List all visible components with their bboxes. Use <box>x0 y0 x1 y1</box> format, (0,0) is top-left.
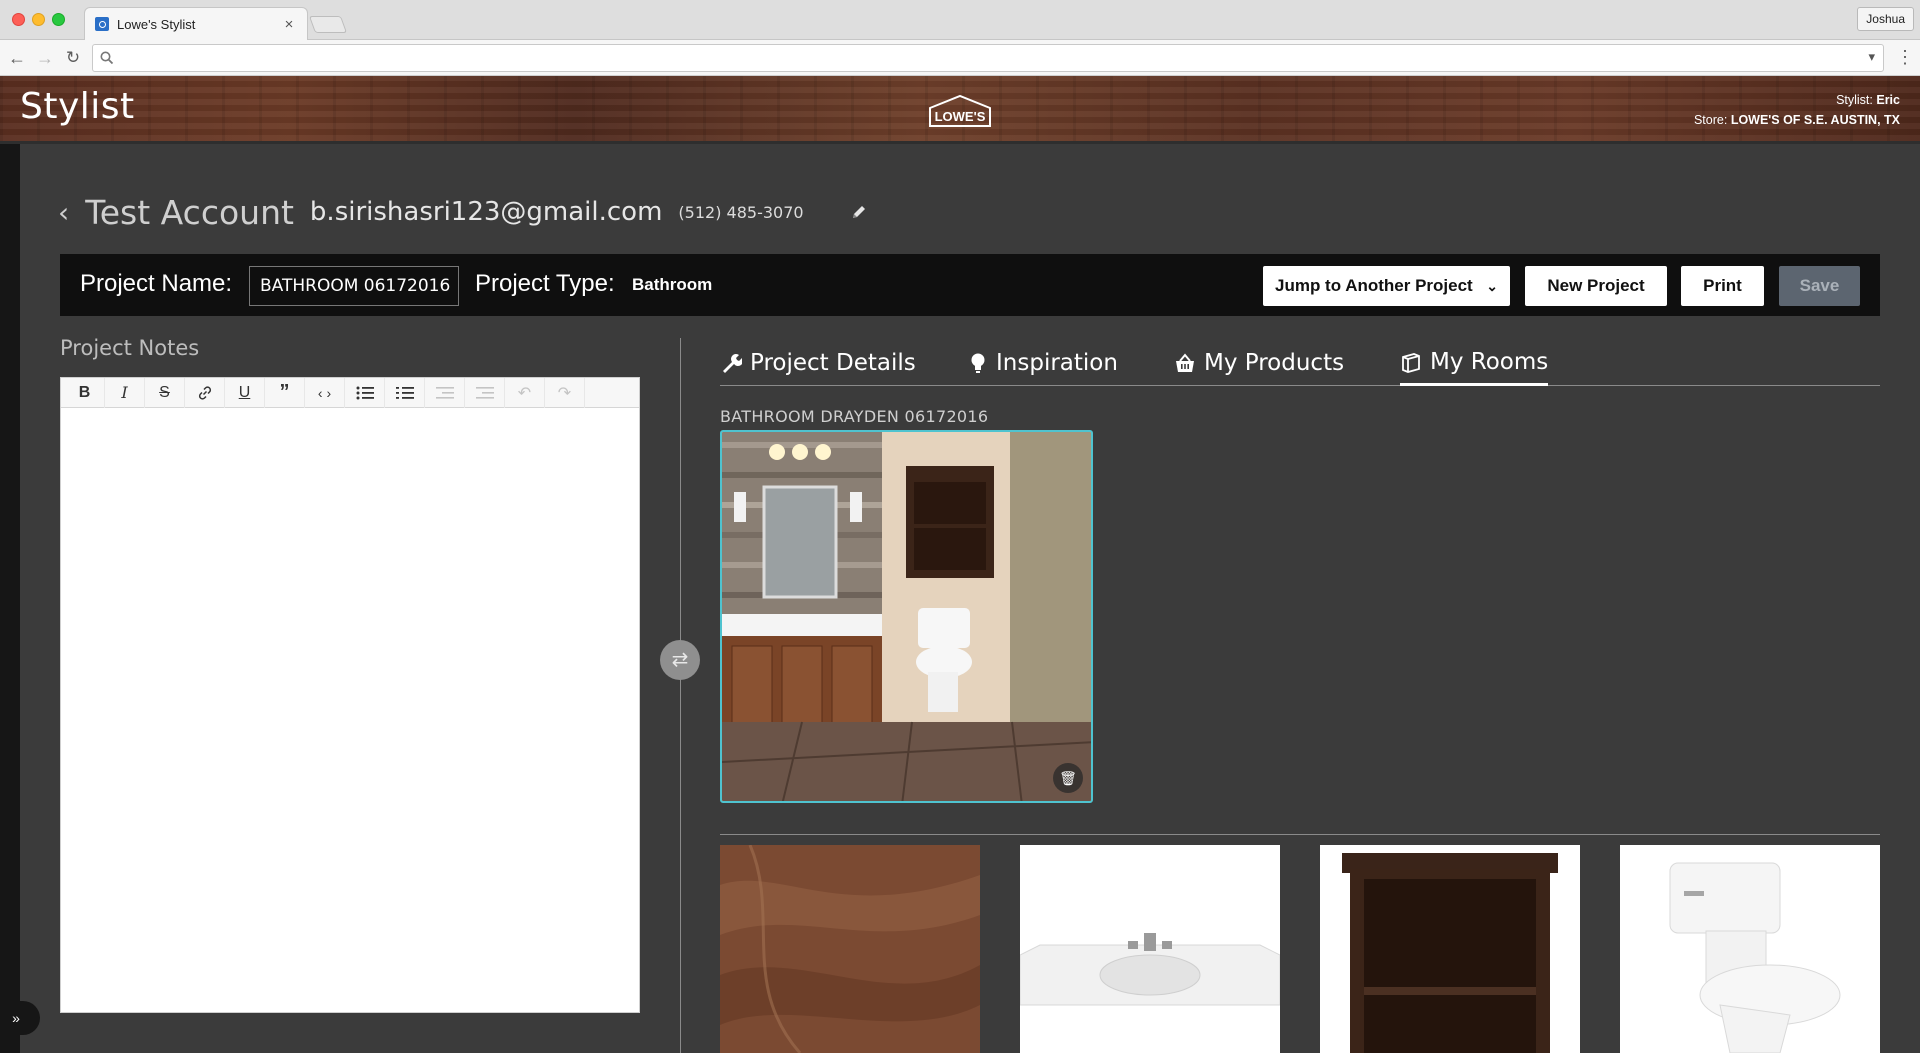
browser-menu-icon[interactable]: ⋮ <box>1896 46 1914 70</box>
app-title: Stylist <box>20 86 135 127</box>
forward-icon[interactable]: → <box>34 47 56 69</box>
logo-text: LOWE'S <box>935 109 986 124</box>
wrench-icon <box>723 354 742 373</box>
new-project-button[interactable]: New Project <box>1525 266 1667 306</box>
close-window-button[interactable] <box>12 13 25 26</box>
print-button[interactable]: Print <box>1681 266 1764 306</box>
tab-title: Lowe's Stylist <box>117 16 196 32</box>
bullet-list-icon[interactable] <box>345 377 385 408</box>
browser-toolbar: ← → ↻ ▾ ⋮ <box>0 40 1920 76</box>
tab-inspiration[interactable]: Inspiration <box>968 340 1118 386</box>
maximize-window-button[interactable] <box>52 13 65 26</box>
minimize-window-button[interactable] <box>32 13 45 26</box>
extension-icon[interactable]: ▾ <box>1868 49 1875 65</box>
room-render-image <box>722 432 1091 801</box>
back-chevron-icon[interactable]: ‹ <box>58 196 69 229</box>
tab-my-rooms-label: My Rooms <box>1430 348 1549 375</box>
account-name: Test Account <box>85 192 294 232</box>
code-icon[interactable]: ‹ › <box>305 377 345 408</box>
back-icon[interactable]: ← <box>6 47 28 69</box>
tab-project-details-label: Project Details <box>750 350 916 376</box>
panel-divider <box>680 338 681 1053</box>
toilet-image <box>1620 845 1880 1053</box>
swap-panels-icon[interactable]: ⇄ <box>660 640 700 680</box>
basket-icon <box>1176 353 1194 372</box>
chevron-down-icon: ⌄ <box>1486 278 1498 294</box>
project-notes-label: Project Notes <box>60 336 200 360</box>
room-thumbnail[interactable]: 🗑 <box>720 430 1093 803</box>
favicon-icon <box>95 17 109 31</box>
tab-my-rooms[interactable]: My Rooms <box>1400 340 1549 386</box>
tab-my-products[interactable]: My Products <box>1174 340 1344 386</box>
editor-toolbar: B I S U ” ‹ › ↶ ↷ <box>61 377 639 408</box>
search-icon <box>100 51 114 65</box>
strikethrough-icon[interactable]: S <box>145 377 185 408</box>
product-toilet[interactable] <box>1620 845 1880 1053</box>
trash-icon[interactable]: 🗑 <box>1053 763 1083 793</box>
account-phone: (512) 485-3070 <box>678 202 804 222</box>
store-name: LOWE'S OF S.E. AUSTIN, TX <box>1730 113 1900 127</box>
double-chevron-right-icon: » <box>12 1010 20 1026</box>
store-label: Store: <box>1693 113 1728 127</box>
tab-close-icon[interactable]: × <box>281 16 297 33</box>
project-type-label: Project Type: <box>475 270 615 297</box>
section-divider <box>720 834 1880 835</box>
product-wall-cabinet[interactable] <box>1320 845 1580 1053</box>
new-tab-button[interactable] <box>308 16 348 33</box>
numbered-list-icon[interactable] <box>385 377 425 408</box>
account-email: b.sirishasri123@gmail.com <box>309 197 663 227</box>
lightbulb-icon <box>971 353 985 373</box>
tab-inspiration-label: Inspiration <box>996 350 1118 376</box>
project-type-value: Bathroom <box>632 275 713 294</box>
jump-to-project-dropdown[interactable]: Jump to Another Project ⌄ <box>1263 266 1510 306</box>
jump-to-project-label: Jump to Another Project <box>1275 276 1473 295</box>
room-title: BATHROOM DRAYDEN 06172016 <box>720 407 989 426</box>
tab-my-products-label: My Products <box>1204 350 1345 376</box>
product-vanity-top[interactable] <box>1020 845 1280 1053</box>
stylist-name: Eric <box>1876 93 1900 107</box>
expand-sidebar-button[interactable]: » <box>0 1001 40 1035</box>
browser-tab[interactable]: Lowe's Stylist × <box>84 7 308 40</box>
project-tabs: Project Details Inspiration My Products … <box>720 340 1880 386</box>
outdent-icon[interactable] <box>425 377 465 408</box>
stylist-label: Stylist: <box>1836 93 1873 107</box>
tile-image <box>720 845 980 1053</box>
reload-icon[interactable]: ↻ <box>62 47 84 69</box>
indent-icon[interactable] <box>465 377 505 408</box>
wall-cabinet-image <box>1320 845 1580 1053</box>
project-bar: Project Name: BATHROOM 06172016 Project … <box>60 254 1880 316</box>
pencil-icon[interactable] <box>850 203 868 221</box>
account-header: ‹ Test Account b.sirishasri123@gmail.com… <box>58 190 868 234</box>
left-rail <box>0 144 20 1053</box>
save-button[interactable]: Save <box>1779 266 1860 306</box>
link-icon[interactable] <box>185 377 225 408</box>
underline-icon[interactable]: U <box>225 377 265 408</box>
project-name-input[interactable]: BATHROOM 06172016 <box>249 266 459 306</box>
vanity-top-image <box>1020 845 1280 1053</box>
italic-icon[interactable]: I <box>105 377 145 408</box>
lowes-logo: LOWE'S <box>929 94 991 127</box>
app-header: Stylist LOWE'S Stylist: Eric Store: LOWE… <box>0 76 1920 144</box>
product-tile-swatch[interactable] <box>720 845 980 1053</box>
rooms-icon <box>1402 352 1420 373</box>
quote-icon[interactable]: ” <box>265 377 305 408</box>
notes-editor[interactable]: B I S U ” ‹ › ↶ ↷ <box>60 377 640 1013</box>
redo-icon[interactable]: ↷ <box>545 377 585 408</box>
tab-project-details[interactable]: Project Details <box>720 340 916 386</box>
bold-icon[interactable]: B <box>65 377 105 408</box>
stylist-info: Stylist: Eric Store: LOWE'S OF S.E. AUST… <box>1694 90 1900 130</box>
profile-button[interactable]: Joshua <box>1857 7 1914 31</box>
address-bar[interactable]: ▾ <box>92 44 1884 72</box>
browser-tab-bar: Lowe's Stylist × Joshua <box>0 0 1920 40</box>
undo-icon[interactable]: ↶ <box>505 377 545 408</box>
project-name-label: Project Name: <box>80 270 233 297</box>
